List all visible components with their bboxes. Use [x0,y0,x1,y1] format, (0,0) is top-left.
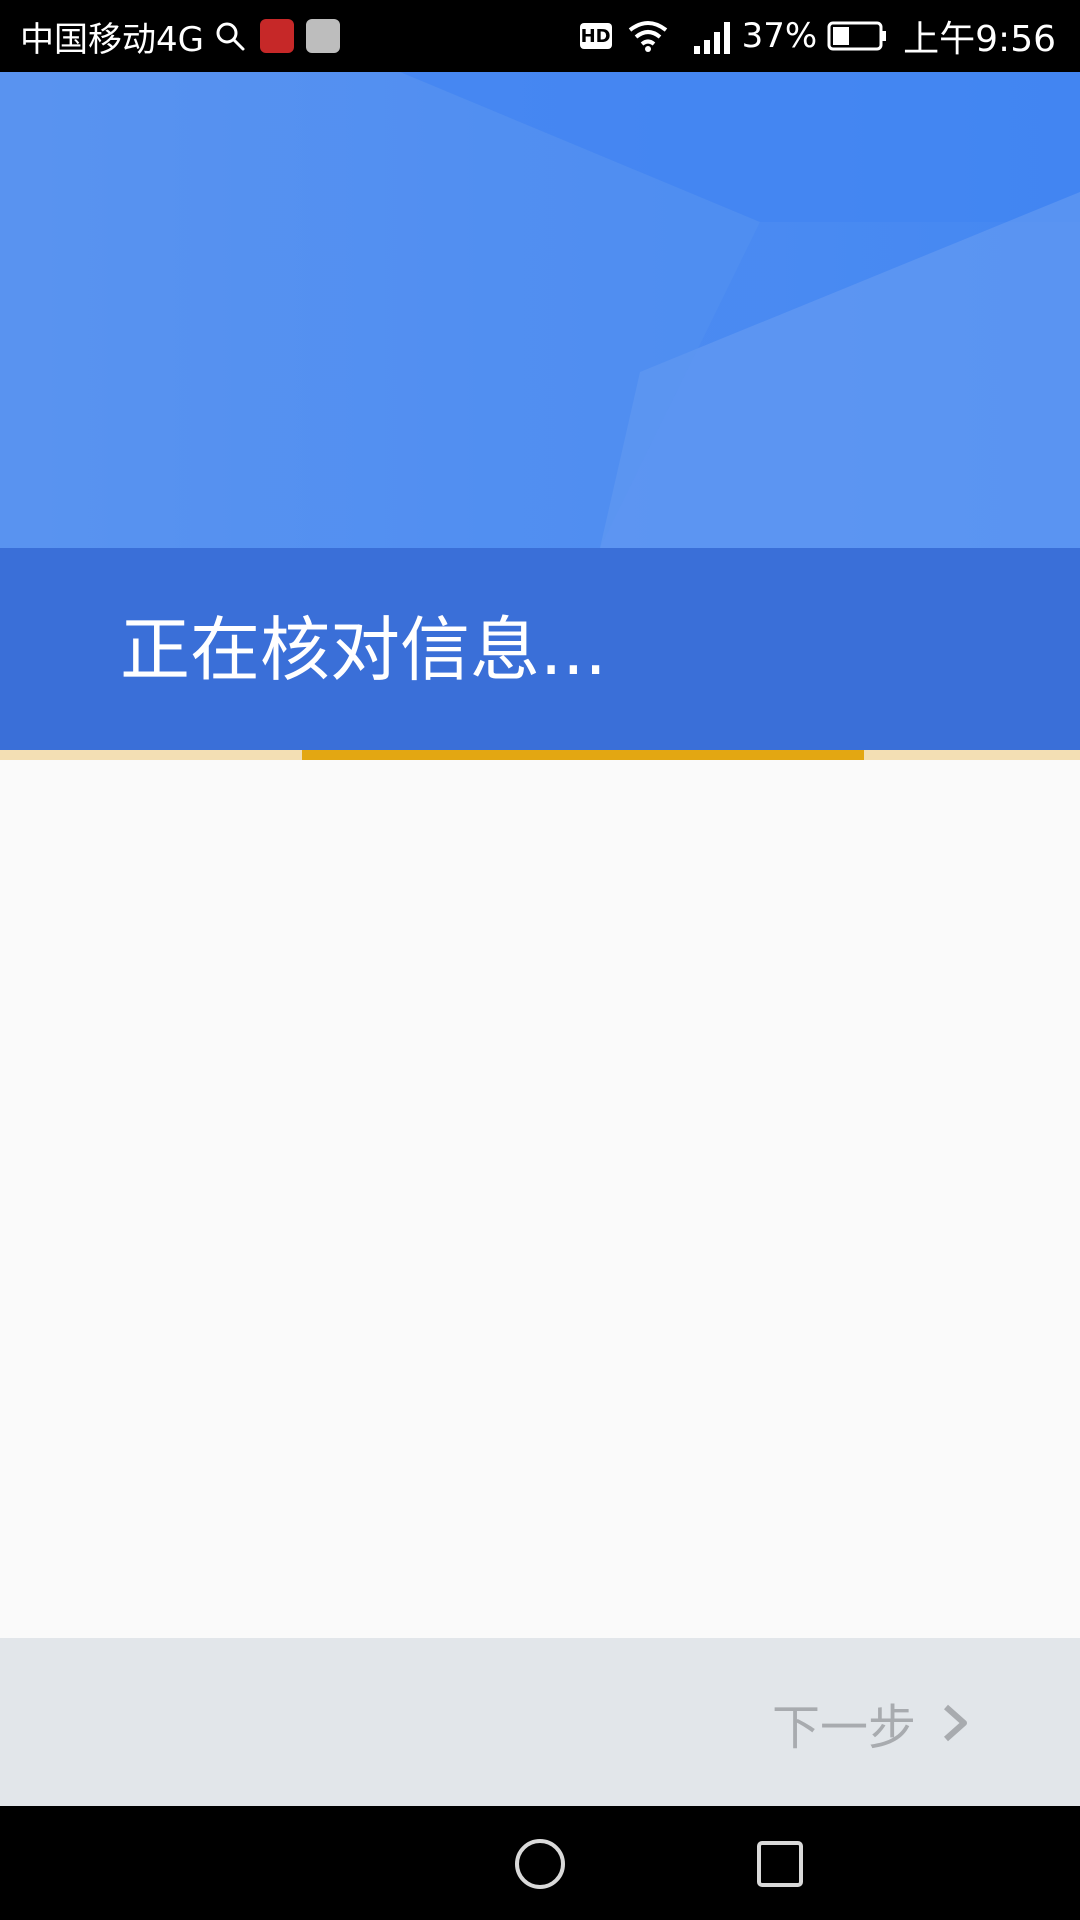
hd-badge: HD [579,23,612,49]
screen: 中国移动4G HD 37% 上午9:56 正在核对信息... 下一步 [0,0,1080,1920]
content-area [0,760,1080,1638]
huawei-app-icon [305,19,340,53]
page-title: 正在核对信息... [120,609,607,691]
status-bar-left: 中国移动4G [20,0,340,72]
search-icon [216,22,245,51]
header-decoration [0,72,1080,548]
status-bar-right: HD 37% 上午9:56 [579,0,1056,72]
wifi-icon [628,21,667,52]
carrier-label: 中国移动4G [20,19,204,60]
progress-bar [0,750,1080,760]
battery-icon [827,21,887,51]
signal-4g-icon [693,22,730,54]
battery-percent: 37% [741,16,818,56]
next-button[interactable]: 下一步 [772,1688,970,1758]
navigation-bar [0,1806,1080,1920]
clock: 上午9:56 [903,19,1056,60]
home-icon[interactable] [514,1838,566,1890]
chevron-right-icon [944,1704,967,1742]
recents-icon[interactable] [756,1840,804,1888]
next-button-label: 下一步 [771,1700,916,1756]
progress-fill [302,750,864,760]
header-background [0,72,1080,548]
status-bar: 中国移动4G HD 37% 上午9:56 [0,0,1080,72]
app-notification-icon [259,19,294,53]
bottom-action-bar: 下一步 [0,1638,1080,1806]
